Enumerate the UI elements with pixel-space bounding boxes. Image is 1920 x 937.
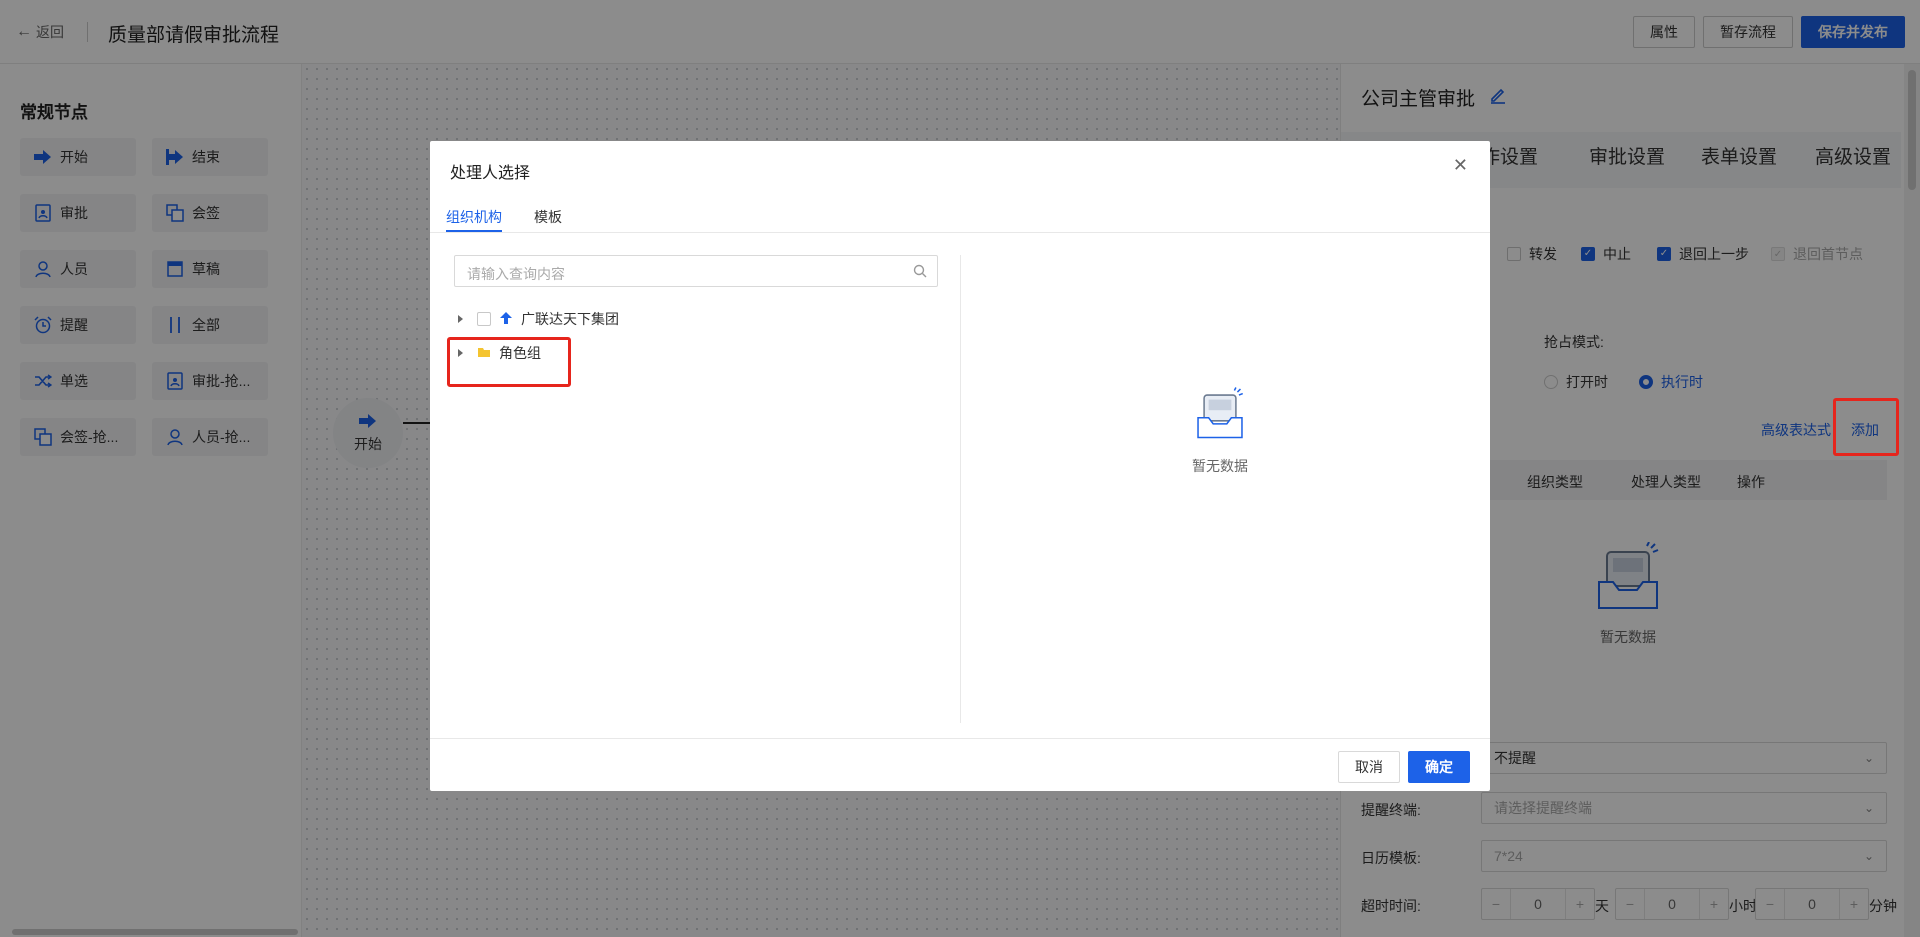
empty-state: 暂无数据 xyxy=(1192,387,1248,476)
tab-template[interactable]: 模板 xyxy=(534,207,562,227)
confirm-button[interactable]: 确定 xyxy=(1408,751,1470,783)
tree-checkbox[interactable] xyxy=(477,312,491,326)
expand-caret-icon[interactable] xyxy=(458,315,463,323)
search-input[interactable]: 请输入查询内容 xyxy=(454,255,938,287)
divider xyxy=(960,255,961,723)
handler-select-dialog: 处理人选择 ✕ 组织机构 模板 请输入查询内容 广联达天下集团 角色组 暂无数据… xyxy=(430,141,1490,791)
annotation-highlight xyxy=(1833,398,1899,456)
empty-text: 暂无数据 xyxy=(1192,458,1248,474)
org-icon xyxy=(499,311,513,328)
tab-organization[interactable]: 组织机构 xyxy=(446,207,502,227)
tree-node-label: 广联达天下集团 xyxy=(521,311,619,327)
annotation-highlight xyxy=(447,337,571,387)
close-icon[interactable]: ✕ xyxy=(1453,155,1468,176)
cancel-button[interactable]: 取消 xyxy=(1338,751,1400,783)
divider xyxy=(430,738,1490,739)
divider xyxy=(430,232,1490,233)
empty-inbox-icon xyxy=(1195,387,1245,444)
dialog-title: 处理人选择 xyxy=(450,165,531,182)
search-placeholder: 请输入查询内容 xyxy=(467,266,565,282)
search-icon[interactable] xyxy=(913,264,927,281)
tree-node-group[interactable]: 广联达天下集团 xyxy=(458,309,619,329)
